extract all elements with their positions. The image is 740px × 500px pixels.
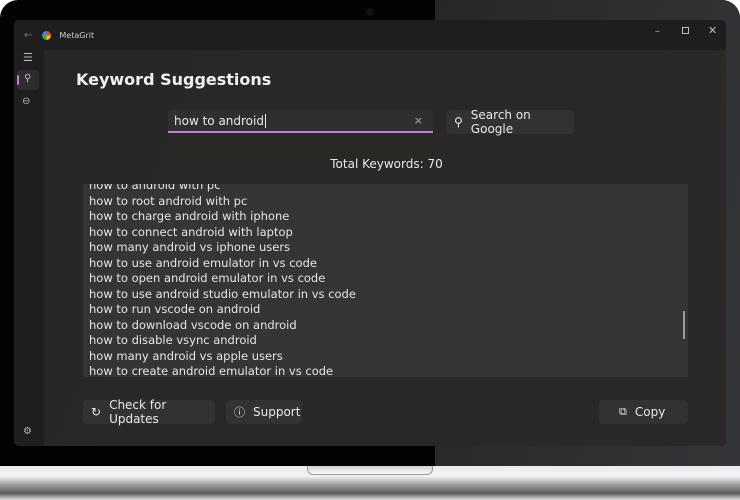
keyword-item[interactable]: how many android vs iphone users — [83, 240, 688, 256]
scrollbar[interactable] — [683, 311, 685, 339]
info-icon: ⓘ — [234, 406, 245, 419]
close-icon[interactable]: ✕ — [708, 24, 717, 37]
search-input[interactable]: how to android × — [168, 110, 433, 133]
gear-icon[interactable]: ⚙ — [23, 426, 32, 437]
page-title: Keyword Suggestions — [76, 70, 272, 89]
keyword-item[interactable]: how to disable vsync android — [83, 333, 688, 349]
copy-button[interactable]: ⧉ Copy — [599, 400, 688, 424]
sidebar: ☰ ⚲ ⊖ ⚙ — [14, 50, 44, 446]
total-keywords: Total Keywords: 70 — [330, 157, 443, 171]
app-title: MetaGrit — [59, 30, 95, 40]
clear-icon[interactable]: × — [414, 114, 423, 127]
minimize-icon[interactable]: – — [655, 26, 660, 37]
link-icon[interactable]: ⊖ — [22, 96, 30, 107]
active-indicator — [17, 75, 19, 85]
keyword-item[interactable]: how to open android emulator in vs code — [83, 271, 688, 287]
keyword-item[interactable]: how to run vscode on android — [83, 302, 688, 318]
keyword-item[interactable]: how to root android with pc — [83, 194, 688, 210]
keyword-item[interactable]: how to charge android with iphone — [83, 209, 688, 225]
title-bar: ← MetaGrit – ✕ — [14, 20, 726, 50]
keyword-item[interactable]: how to use android studio emulator in vs… — [83, 287, 688, 303]
keyword-item[interactable]: how to connect android with laptop — [83, 225, 688, 241]
hamburger-icon[interactable]: ☰ — [23, 51, 33, 64]
webcam — [366, 8, 374, 16]
search-icon: ⚲ — [454, 115, 463, 129]
search-google-button[interactable]: ⚲ Search on Google — [446, 108, 574, 136]
laptop-notch — [307, 466, 433, 475]
maximize-icon[interactable] — [682, 27, 689, 34]
app-logo-icon — [42, 30, 52, 40]
keyword-item[interactable]: how to android with pc — [83, 184, 688, 194]
main-content: Keyword Suggestions how to android × ⚲ S… — [44, 50, 726, 446]
keyword-item[interactable]: how to use android emulator in vs code — [83, 256, 688, 272]
keyword-item[interactable]: how many android vs apple users — [83, 349, 688, 365]
back-icon[interactable]: ← — [24, 30, 32, 41]
keyword-item[interactable]: how to create android emulator in vs cod… — [83, 364, 688, 377]
support-button[interactable]: ⓘ Support — [226, 400, 302, 424]
keyword-item[interactable]: how to download vscode on android — [83, 318, 688, 334]
check-updates-button[interactable]: ↻ Check for Updates — [83, 398, 215, 426]
keyword-list[interactable]: how to android with pc how to root androi… — [83, 184, 688, 377]
search-input-value: how to android — [174, 114, 264, 128]
copy-icon: ⧉ — [619, 405, 627, 418]
search-icon: ⚲ — [24, 73, 32, 84]
sidebar-item-search[interactable]: ⚲ — [17, 70, 39, 90]
refresh-icon: ↻ — [91, 405, 102, 419]
app-window: ← MetaGrit – ✕ ☰ ⚲ ⊖ ⚙ Keyword Suggestio… — [14, 20, 726, 446]
